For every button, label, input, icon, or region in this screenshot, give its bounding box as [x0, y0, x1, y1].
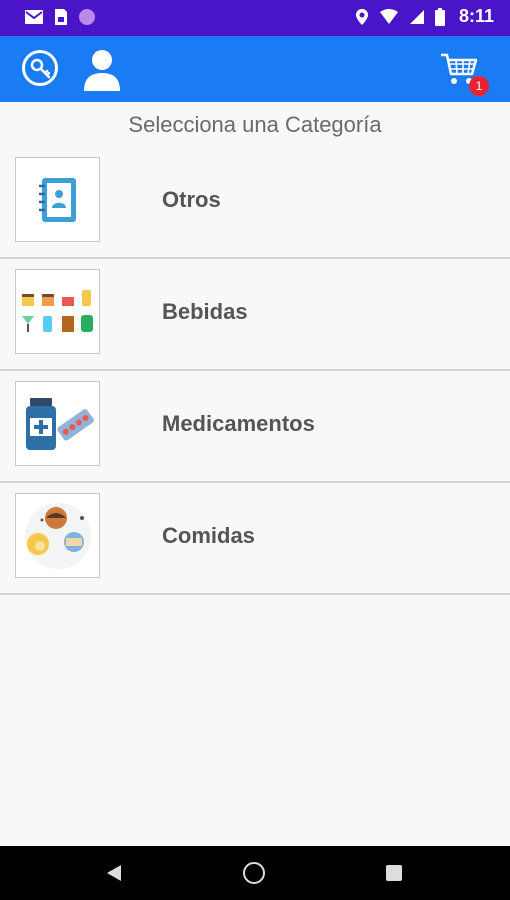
- drinks-icon: [21, 289, 93, 332]
- category-item-comidas[interactable]: Comidas: [0, 483, 510, 595]
- location-icon: [355, 8, 368, 25]
- category-label: Otros: [162, 187, 221, 212]
- gmail-icon: [25, 10, 43, 24]
- cart-count-badge: 1: [469, 76, 489, 96]
- user-icon[interactable]: [82, 47, 122, 91]
- back-icon[interactable]: [106, 864, 122, 882]
- category-label: Comidas: [162, 523, 255, 548]
- category-label: Bebidas: [162, 299, 248, 324]
- home-icon[interactable]: [243, 862, 265, 884]
- page-title: Selecciona una Categoría: [128, 112, 382, 137]
- app-bar: 1: [0, 36, 510, 102]
- category-item-otros[interactable]: Otros: [0, 147, 510, 259]
- status-bar: 8:11: [0, 0, 510, 36]
- clock: 8:11: [458, 6, 494, 26]
- medicine-icon: [25, 397, 94, 450]
- key-button[interactable]: [22, 50, 58, 86]
- category-thumbnail: [15, 381, 100, 466]
- category-item-medicamentos[interactable]: Medicamentos: [0, 371, 510, 483]
- category-label: Medicamentos: [162, 411, 315, 436]
- signal-icon: [409, 9, 424, 24]
- category-thumbnail: [15, 157, 100, 242]
- category-list: Otros Bebidas Medicamentos Comidas: [0, 147, 510, 595]
- recents-icon[interactable]: [386, 865, 402, 881]
- sim-card-icon: [55, 9, 67, 25]
- category-item-bebidas[interactable]: Bebidas: [0, 259, 510, 371]
- wifi-icon: [379, 8, 398, 24]
- category-thumbnail: [15, 493, 100, 578]
- circle-icon: [79, 9, 95, 25]
- food-icon: [24, 502, 91, 569]
- key-icon: [30, 58, 51, 79]
- category-thumbnail: [15, 269, 100, 354]
- system-nav-bar: [0, 846, 510, 900]
- battery-icon: [434, 7, 445, 26]
- notebook-icon: [38, 177, 76, 222]
